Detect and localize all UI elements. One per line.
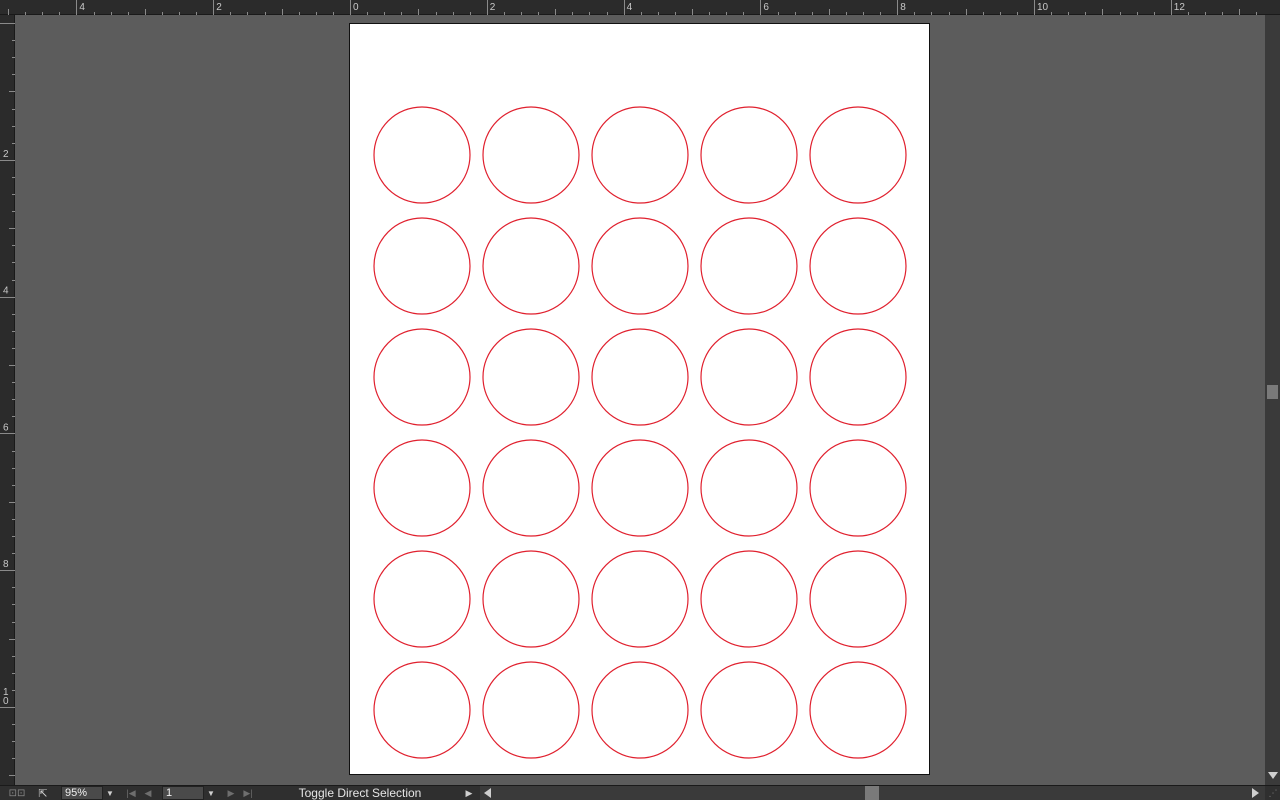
circle-shape[interactable] (373, 217, 471, 315)
circle-shape[interactable] (591, 661, 689, 759)
first-artboard-icon[interactable]: |◀ (124, 786, 138, 800)
artboard-navigator-icon[interactable]: ⊡⊡ (6, 786, 28, 800)
scroll-right-arrow-icon[interactable] (1252, 788, 1259, 798)
circle-shape[interactable] (482, 550, 580, 648)
circle-shape[interactable] (482, 106, 580, 204)
ruler-label: 12 (1174, 2, 1186, 13)
status-text: Toggle Direct Selection (298, 786, 422, 800)
ruler-label: 10 (1037, 2, 1049, 13)
circle-shape[interactable] (373, 550, 471, 648)
status-menu-arrow-icon[interactable]: ▶ (463, 786, 475, 800)
ruler-label: 4 (79, 2, 85, 13)
ruler-label: 0 (3, 696, 9, 707)
zoom-dropdown-icon[interactable]: ▼ (103, 786, 117, 800)
ruler-label: 8 (3, 559, 9, 570)
circle-shape[interactable] (700, 106, 798, 204)
status-bar: ⊡⊡ ⇱ 95% ▼ |◀ ◀ 1 ▼ ▶ ▶| Toggle Direct S… (0, 785, 1280, 800)
circle-shape[interactable] (809, 550, 907, 648)
horizontal-scrollbar[interactable] (480, 786, 1265, 800)
scroll-down-arrow-icon[interactable] (1268, 772, 1278, 779)
ruler-label: 2 (216, 2, 222, 13)
circle-shape[interactable] (373, 106, 471, 204)
circle-shape[interactable] (373, 661, 471, 759)
circle-shape[interactable] (591, 550, 689, 648)
circle-shape[interactable] (482, 328, 580, 426)
horizontal-ruler-graphic: 4 2 0 2 4 6 8 10 12 (8, 0, 1257, 15)
vertical-ruler-graphic: 246810 (0, 23, 15, 776)
circle-shape[interactable] (591, 328, 689, 426)
vertical-scrollbar[interactable] (1265, 15, 1280, 785)
circle-grid (373, 106, 907, 759)
circle-shape[interactable] (809, 661, 907, 759)
share-icon[interactable]: ⇱ (34, 786, 52, 800)
vertical-scroll-thumb[interactable] (1267, 385, 1278, 399)
circle-shape[interactable] (700, 661, 798, 759)
ruler-label: 0 (353, 2, 359, 13)
circle-shape[interactable] (700, 550, 798, 648)
ruler-label: 4 (627, 2, 633, 13)
previous-artboard-icon[interactable]: ◀ (142, 786, 154, 800)
circle-shape[interactable] (809, 328, 907, 426)
artboard-dropdown-icon[interactable]: ▼ (204, 786, 218, 800)
circle-shape[interactable] (373, 439, 471, 537)
circle-shape[interactable] (482, 439, 580, 537)
circle-shape[interactable] (591, 439, 689, 537)
circle-shape[interactable] (809, 217, 907, 315)
horizontal-scroll-thumb[interactable] (865, 786, 879, 800)
resize-grip-icon[interactable]: ⋰ (1266, 786, 1280, 800)
ruler-label: 2 (3, 149, 9, 160)
circle-shape[interactable] (373, 328, 471, 426)
circle-shape[interactable] (591, 217, 689, 315)
circle-shape[interactable] (700, 217, 798, 315)
artboard-number-field[interactable]: 1 (162, 786, 204, 800)
circle-shape[interactable] (809, 439, 907, 537)
next-artboard-icon[interactable]: ▶ (225, 786, 237, 800)
ruler-label: 6 (3, 422, 9, 433)
last-artboard-icon[interactable]: ▶| (241, 786, 255, 800)
vertical-ruler[interactable]: 246810 (0, 15, 15, 785)
ruler-label: 8 (900, 2, 906, 13)
ruler-label: 2 (490, 2, 496, 13)
scroll-left-arrow-icon[interactable] (484, 788, 491, 798)
circle-shape[interactable] (591, 106, 689, 204)
circle-shape[interactable] (809, 106, 907, 204)
zoom-level-field[interactable]: 95% (61, 786, 103, 800)
ruler-label: 4 (3, 286, 9, 297)
horizontal-ruler[interactable]: 4 2 0 2 4 6 8 10 12 (0, 0, 1280, 15)
circle-shape[interactable] (700, 328, 798, 426)
circle-shape[interactable] (482, 217, 580, 315)
artboard[interactable] (349, 23, 930, 775)
ruler-label: 6 (763, 2, 769, 13)
circle-shape[interactable] (700, 439, 798, 537)
circle-shape[interactable] (482, 661, 580, 759)
